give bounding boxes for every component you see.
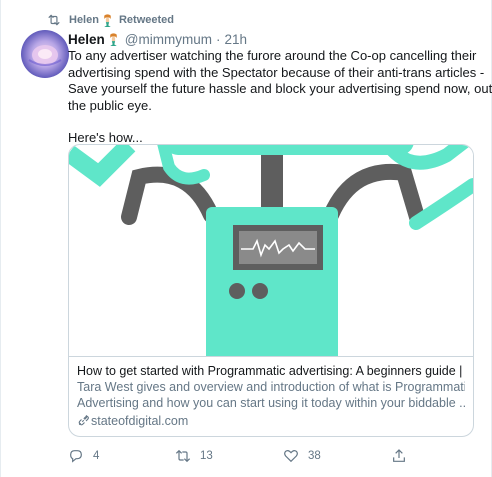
retweeter-name[interactable]: Helen	[69, 14, 99, 26]
card-description-line: Advertising and how you can start using …	[77, 396, 465, 410]
retweet-button[interactable]: 13	[175, 446, 213, 466]
tweet-text-line: advertising spend with the Spectator bec…	[68, 64, 485, 80]
card-description-line: Tara West gives and overview and introdu…	[77, 380, 465, 394]
author-handle[interactable]: @mimmymum	[125, 32, 212, 47]
tweet-text-line: the public eye.	[68, 97, 152, 113]
mermaid-emoji	[110, 32, 117, 46]
like-count: 38	[308, 450, 321, 462]
card-domain-text: stateofdigital.com	[91, 414, 189, 428]
heart-icon	[284, 449, 298, 463]
card-image[interactable]	[69, 145, 473, 367]
card-title[interactable]: How to get started with Programmatic adv…	[77, 363, 465, 379]
tweet-timestamp[interactable]: 21h	[224, 32, 247, 47]
share-button[interactable]	[391, 446, 407, 466]
tweet-actions: 4 13 38	[68, 446, 480, 466]
reply-icon	[70, 450, 82, 463]
retweet-context[interactable]: Helen Retweeted	[47, 12, 174, 28]
share-icon	[393, 449, 405, 462]
link-card[interactable]: How to get started with Programmatic adv…	[68, 144, 474, 437]
separator-dot: ·	[215, 31, 221, 47]
link-icon	[78, 415, 89, 426]
avatar[interactable]	[21, 30, 69, 78]
card-body[interactable]: How to get started with Programmatic adv…	[69, 356, 473, 436]
mermaid-emoji	[104, 13, 111, 27]
retweeted-label: Retweeted	[118, 14, 174, 26]
card-domain[interactable]: stateofdigital.com	[77, 412, 465, 430]
tweet-text-line: To any advertiser watching the furore ar…	[68, 48, 477, 63]
tweet-text-line: Save yourself the future hassle and bloc…	[68, 81, 492, 96]
tweet-text: To any advertiser watching the furore ar…	[68, 48, 492, 147]
like-button[interactable]: 38	[283, 446, 321, 466]
reply-button[interactable]: 4	[68, 446, 99, 466]
tweet-container[interactable]: Helen Retweeted Helen @mimmymum · 21h To…	[0, 0, 492, 477]
retweet-count: 13	[200, 450, 213, 462]
avatar-image	[21, 30, 69, 78]
author-name[interactable]: Helen	[68, 32, 105, 47]
retweet-icon	[175, 449, 191, 463]
robot-illustration	[69, 145, 473, 367]
tweet-header: Helen @mimmymum · 21h	[68, 30, 247, 48]
retweet-icon	[48, 14, 60, 26]
reply-count: 4	[93, 450, 100, 462]
